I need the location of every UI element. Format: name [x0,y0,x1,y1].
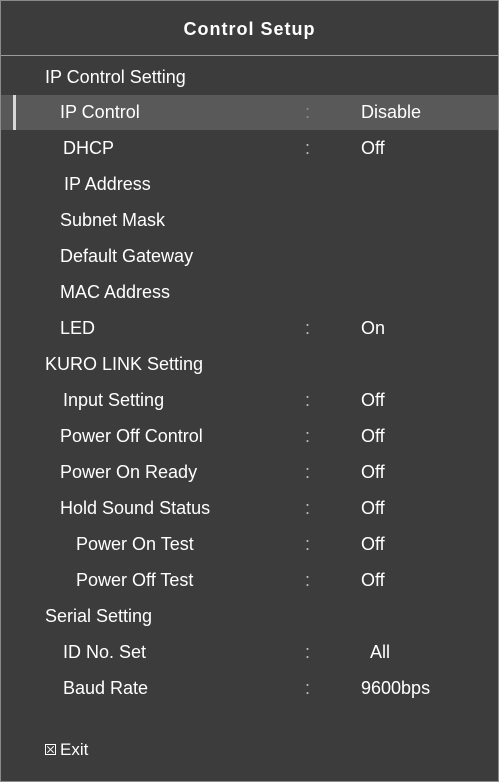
item-label: Power Off Test [76,570,194,590]
section-ip-control-setting: IP Control Setting [1,60,498,95]
item-value: Off [361,426,385,446]
exit-label: Exit [60,740,89,759]
section-kuro-link-setting: KURO LINK Setting [1,347,498,382]
item-separator: : [305,534,311,554]
item-label: IP Address [64,174,151,194]
item-separator: : [305,678,311,698]
item-separator: : [305,390,311,410]
item-label: Subnet Mask [60,210,166,230]
menu-item-mac-address[interactable]: MAC Address [1,275,498,310]
item-label: Default Gateway [60,246,194,266]
menu-item-subnet-mask[interactable]: Subnet Mask [1,203,498,238]
item-label: IP Control [60,102,140,122]
menu-item-baud-rate[interactable]: Baud Rate : 9600bps [1,671,498,706]
item-separator: : [305,102,311,122]
item-value: Off [361,138,385,158]
menu-item-power-off-test[interactable]: Power Off Test : Off [1,563,498,598]
item-label: ID No. Set [63,642,147,662]
item-value: Off [361,534,385,554]
menu-item-power-on-test[interactable]: Power On Test : Off [1,527,498,562]
item-separator: : [305,318,311,338]
menu-item-ip-control[interactable]: IP Control : Disable [1,95,498,130]
item-label: MAC Address [60,282,171,302]
item-value: On [361,318,386,338]
menu-item-ip-address[interactable]: IP Address [1,167,498,202]
menu-item-dhcp[interactable]: DHCP : Off [1,131,498,166]
item-value: Off [361,390,385,410]
page-title: Control Setup [183,19,316,39]
menu-item-power-off-control[interactable]: Power Off Control : Off [1,419,498,454]
item-label: DHCP [63,138,115,158]
item-label: Baud Rate [63,678,149,698]
item-value: All [370,642,391,662]
item-label: Power On Test [76,534,194,554]
item-value: Off [361,498,385,518]
item-separator: : [305,498,311,518]
item-label: Hold Sound Status [60,498,211,518]
item-value: 9600bps [361,678,431,698]
menu-item-default-gateway[interactable]: Default Gateway [1,239,498,274]
section-serial-setting: Serial Setting [1,599,498,634]
title-divider [1,55,498,56]
item-label: LED [60,318,96,338]
item-separator: : [305,642,311,662]
close-box-icon [45,744,56,755]
item-label: Power On Ready [60,462,198,482]
control-setup-panel: Control Setup IP Control Setting IP Cont… [0,0,499,782]
exit-button[interactable]: Exit [45,740,88,760]
item-separator: : [305,138,311,158]
menu-item-id-no-set[interactable]: ID No. Set : All [1,635,498,670]
section-label: Serial Setting [45,606,153,626]
item-value: Off [361,462,385,482]
item-separator: : [305,462,311,482]
menu-item-input-setting[interactable]: Input Setting : Off [1,383,498,418]
section-label: IP Control Setting [45,67,186,87]
menu-item-led[interactable]: LED : On [1,311,498,346]
item-separator: : [305,426,311,446]
menu-item-power-on-ready[interactable]: Power On Ready : Off [1,455,498,490]
item-value: Off [361,570,385,590]
item-label: Input Setting [63,390,165,410]
item-value: Disable [361,102,422,122]
menu-item-hold-sound-status[interactable]: Hold Sound Status : Off [1,491,498,526]
section-label: KURO LINK Setting [45,354,204,374]
item-separator: : [305,570,311,590]
item-label: Power Off Control [60,426,203,446]
